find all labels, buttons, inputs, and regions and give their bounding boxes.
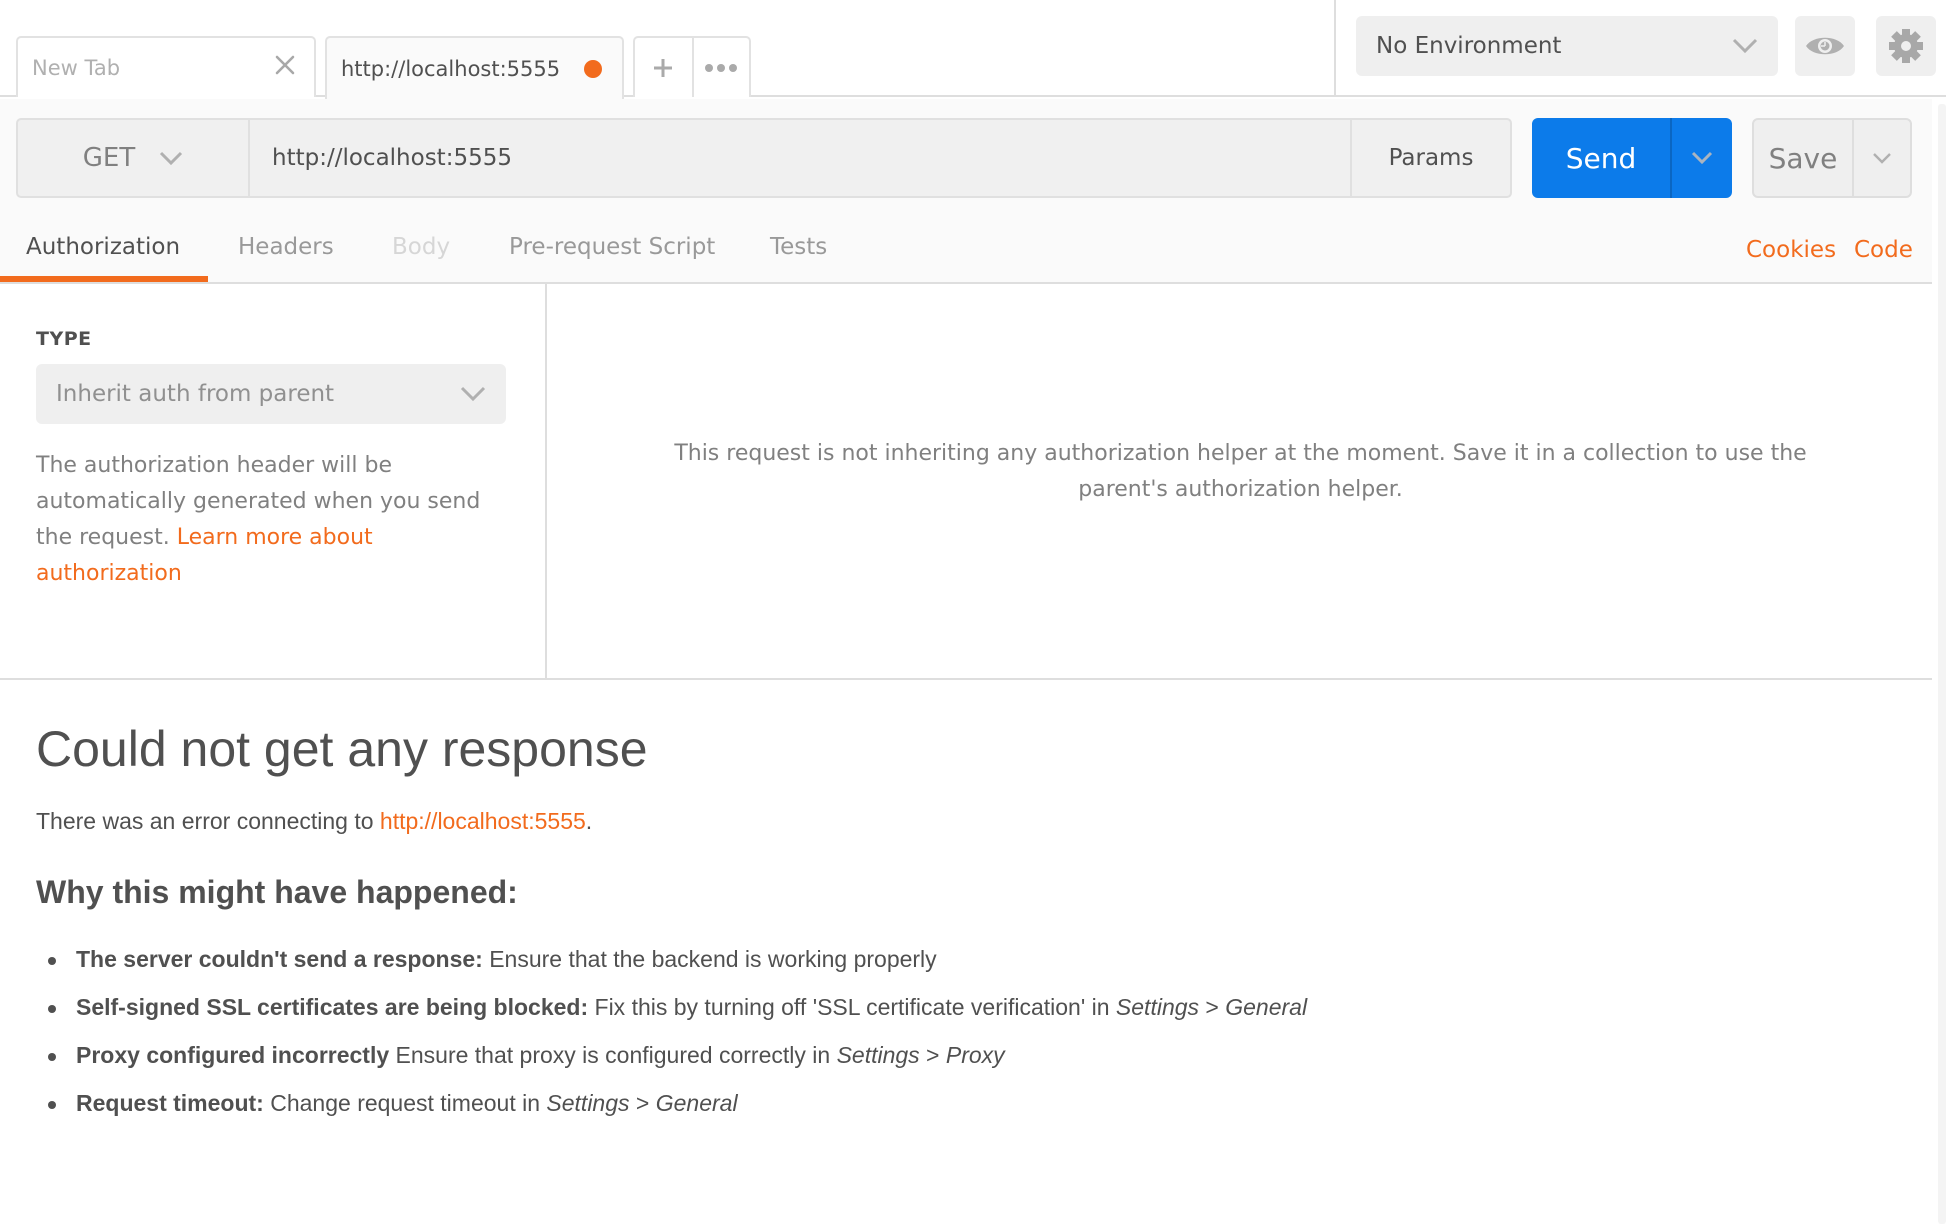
list-item: Request timeout: Change request timeout … xyxy=(36,1084,1307,1132)
reason-path-section: General xyxy=(1225,994,1308,1020)
environment-select[interactable]: No Environment xyxy=(1356,16,1778,76)
why-heading: Why this might have happened: xyxy=(36,874,518,910)
code-link[interactable]: Code xyxy=(1854,237,1913,263)
tab-headers[interactable]: Headers xyxy=(238,234,334,260)
request-builder: GET Params Send Save Authorization Heade… xyxy=(0,99,1932,284)
reason-path-sep: > xyxy=(919,1042,946,1068)
reason-path-section: Proxy xyxy=(945,1042,1005,1068)
reason-title: Self-signed SSL certificates are being b… xyxy=(76,994,589,1020)
settings-button[interactable] xyxy=(1876,16,1936,76)
auth-type-label: TYPE xyxy=(36,328,92,350)
reason-title: Request timeout: xyxy=(76,1090,264,1116)
auth-inherit-message: This request is not inheriting any autho… xyxy=(674,441,1807,502)
reason-title: The server couldn't send a response: xyxy=(76,946,483,972)
method-value: GET xyxy=(82,143,136,173)
tab-body[interactable]: Body xyxy=(392,234,450,260)
auth-type-panel: TYPE Inherit auth from parent The author… xyxy=(0,284,547,678)
auth-type-select[interactable]: Inherit auth from parent xyxy=(36,364,506,424)
more-tabs-button[interactable] xyxy=(691,38,749,97)
reason-path-sep: > xyxy=(1199,994,1226,1020)
error-url-link[interactable]: http://localhost:5555 xyxy=(380,808,586,834)
ellipsis-icon xyxy=(705,63,738,72)
tab-label: http://localhost:5555 xyxy=(341,56,561,81)
scrollbar[interactable] xyxy=(1938,104,1946,1224)
auth-help-text: The authorization header will be automat… xyxy=(36,448,516,592)
chevron-down-icon xyxy=(1873,153,1891,164)
chevron-down-icon xyxy=(1691,151,1713,165)
active-tab-indicator xyxy=(0,276,208,282)
response-error-message: There was an error connecting to http://… xyxy=(36,808,592,835)
params-button[interactable]: Params xyxy=(1350,118,1512,198)
authorization-pane: TYPE Inherit auth from parent The author… xyxy=(0,284,1932,680)
save-button[interactable]: Save xyxy=(1754,120,1852,196)
response-pane: Could not get any response There was an … xyxy=(0,682,1932,1224)
list-item: The server couldn't send a response: Ens… xyxy=(36,940,1307,988)
url-input[interactable] xyxy=(248,118,1368,198)
gear-icon xyxy=(1889,29,1923,63)
response-error-title: Could not get any response xyxy=(36,721,648,777)
list-item: Proxy configured incorrectly Ensure that… xyxy=(36,1036,1307,1084)
close-icon[interactable] xyxy=(272,52,298,78)
reason-path-settings: Settings xyxy=(546,1090,630,1116)
reason-path-settings: Settings xyxy=(1115,994,1200,1020)
cookies-link[interactable]: Cookies xyxy=(1746,237,1836,263)
tab-localhost[interactable]: http://localhost:5555 xyxy=(325,36,624,99)
reason-text: Ensure that proxy is configured correctl… xyxy=(389,1042,837,1068)
tab-authorization[interactable]: Authorization xyxy=(26,234,180,260)
unsaved-changes-dot-icon xyxy=(584,60,602,78)
send-button[interactable]: Send xyxy=(1532,118,1670,198)
save-options-button[interactable] xyxy=(1852,120,1910,196)
reason-path-section: General xyxy=(655,1090,738,1116)
reason-text: Fix this by turning off 'SSL certificate… xyxy=(588,994,1116,1020)
eye-icon xyxy=(1806,37,1844,55)
save-button-group: Save xyxy=(1752,118,1912,198)
method-select[interactable]: GET xyxy=(16,118,250,198)
topbar-divider xyxy=(1334,0,1336,97)
environment-select-value: No Environment xyxy=(1376,33,1562,59)
new-tab-button[interactable] xyxy=(635,38,692,97)
send-options-button[interactable] xyxy=(1670,118,1732,198)
reasons-list: The server couldn't send a response: Ens… xyxy=(36,940,1307,1132)
reason-text: Change request timeout in xyxy=(263,1090,547,1116)
chevron-down-icon xyxy=(1732,38,1758,54)
error-suffix: . xyxy=(585,808,593,834)
plus-icon xyxy=(654,58,673,77)
send-button-group: Send xyxy=(1532,118,1732,198)
chevron-down-icon xyxy=(460,386,486,402)
tab-label: New Tab xyxy=(32,55,121,80)
request-subtabs: Authorization Headers Body Pre-request S… xyxy=(0,220,1932,284)
environment-quick-look-button[interactable] xyxy=(1795,16,1855,76)
list-item: Self-signed SSL certificates are being b… xyxy=(36,988,1307,1036)
error-prefix: There was an error connecting to xyxy=(36,808,380,834)
reason-text: Ensure that the backend is working prope… xyxy=(482,946,937,972)
auth-type-value: Inherit auth from parent xyxy=(56,381,335,407)
reason-title: Proxy configured incorrectly xyxy=(76,1042,390,1068)
tab-tests[interactable]: Tests xyxy=(770,234,827,260)
reason-path-sep: > xyxy=(629,1090,656,1116)
tab-new-tab[interactable]: New Tab xyxy=(16,36,316,97)
reason-path-settings: Settings xyxy=(836,1042,920,1068)
tab-actions xyxy=(633,36,751,97)
chevron-down-icon xyxy=(160,151,183,166)
tab-pre-request-script[interactable]: Pre-request Script xyxy=(509,234,715,260)
